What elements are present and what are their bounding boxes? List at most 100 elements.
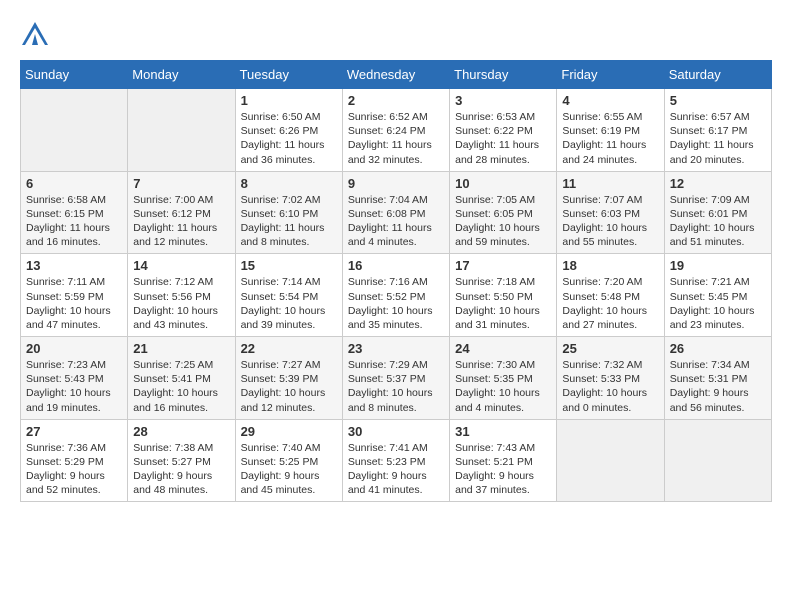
- day-info: Sunrise: 7:00 AMSunset: 6:12 PMDaylight:…: [133, 193, 229, 250]
- day-number: 5: [670, 93, 766, 108]
- calendar-cell: 24 Sunrise: 7:30 AMSunset: 5:35 PMDayligh…: [450, 337, 557, 420]
- day-info: Sunrise: 7:07 AMSunset: 6:03 PMDaylight:…: [562, 193, 658, 250]
- calendar-cell: 21 Sunrise: 7:25 AMSunset: 5:41 PMDayligh…: [128, 337, 235, 420]
- day-number: 20: [26, 341, 122, 356]
- calendar-week-row: 13Sunrise: 7:11 AMSunset: 5:59 PMDayligh…: [21, 254, 772, 337]
- day-info: Sunrise: 6:53 AMSunset: 6:22 PMDaylight:…: [455, 110, 551, 167]
- weekday-header-wednesday: Wednesday: [342, 61, 449, 89]
- day-info: Sunrise: 7:02 AMSunset: 6:10 PMDaylight:…: [241, 193, 337, 250]
- day-number: 24: [455, 341, 551, 356]
- day-number: 2: [348, 93, 444, 108]
- day-number: 1: [241, 93, 337, 108]
- day-info: Sunrise: 7:21 AMSunset: 5:45 PMDaylight:…: [670, 275, 766, 332]
- calendar-week-row: 27 Sunrise: 7:36 AMSunset: 5:29 PMDayligh…: [21, 419, 772, 502]
- calendar-cell: 8 Sunrise: 7:02 AMSunset: 6:10 PMDaylight…: [235, 171, 342, 254]
- calendar-cell: 30Sunrise: 7:41 AMSunset: 5:23 PMDayligh…: [342, 419, 449, 502]
- day-info: Sunrise: 7:23 AMSunset: 5:43 PMDaylight:…: [26, 358, 122, 415]
- day-number: 17: [455, 258, 551, 273]
- calendar-cell: 27 Sunrise: 7:36 AMSunset: 5:29 PMDayligh…: [21, 419, 128, 502]
- calendar-cell: 14 Sunrise: 7:12 AMSunset: 5:56 PMDayligh…: [128, 254, 235, 337]
- day-number: 21: [133, 341, 229, 356]
- calendar-cell: 7 Sunrise: 7:00 AMSunset: 6:12 PMDaylight…: [128, 171, 235, 254]
- day-info: Sunrise: 7:20 AMSunset: 5:48 PMDaylight:…: [562, 275, 658, 332]
- calendar-cell: [128, 89, 235, 172]
- calendar-cell: 20 Sunrise: 7:23 AMSunset: 5:43 PMDayligh…: [21, 337, 128, 420]
- calendar-cell: 6 Sunrise: 6:58 AMSunset: 6:15 PMDaylight…: [21, 171, 128, 254]
- day-info: Sunrise: 7:12 AMSunset: 5:56 PMDaylight:…: [133, 275, 229, 332]
- calendar-cell: 18Sunrise: 7:20 AMSunset: 5:48 PMDayligh…: [557, 254, 664, 337]
- calendar-cell: 31 Sunrise: 7:43 AMSunset: 5:21 PMDayligh…: [450, 419, 557, 502]
- day-info: Sunrise: 7:25 AMSunset: 5:41 PMDaylight:…: [133, 358, 229, 415]
- calendar-cell: 1 Sunrise: 6:50 AMSunset: 6:26 PMDaylight…: [235, 89, 342, 172]
- calendar-week-row: 20 Sunrise: 7:23 AMSunset: 5:43 PMDayligh…: [21, 337, 772, 420]
- day-info: Sunrise: 7:16 AMSunset: 5:52 PMDaylight:…: [348, 275, 444, 332]
- day-info: Sunrise: 6:58 AMSunset: 6:15 PMDaylight:…: [26, 193, 122, 250]
- day-info: Sunrise: 7:41 AMSunset: 5:23 PMDaylight:…: [348, 441, 444, 498]
- day-number: 7: [133, 176, 229, 191]
- day-info: Sunrise: 6:55 AMSunset: 6:19 PMDaylight:…: [562, 110, 658, 167]
- day-info: Sunrise: 7:43 AMSunset: 5:21 PMDaylight:…: [455, 441, 551, 498]
- weekday-header-row: SundayMondayTuesdayWednesdayThursdayFrid…: [21, 61, 772, 89]
- calendar-cell: [21, 89, 128, 172]
- day-info: Sunrise: 7:05 AMSunset: 6:05 PMDaylight:…: [455, 193, 551, 250]
- day-info: Sunrise: 7:27 AMSunset: 5:39 PMDaylight:…: [241, 358, 337, 415]
- day-number: 29: [241, 424, 337, 439]
- calendar-week-row: 6 Sunrise: 6:58 AMSunset: 6:15 PMDaylight…: [21, 171, 772, 254]
- day-number: 15: [241, 258, 337, 273]
- calendar-cell: [557, 419, 664, 502]
- calendar-cell: 2 Sunrise: 6:52 AMSunset: 6:24 PMDaylight…: [342, 89, 449, 172]
- weekday-header-monday: Monday: [128, 61, 235, 89]
- weekday-header-thursday: Thursday: [450, 61, 557, 89]
- day-number: 6: [26, 176, 122, 191]
- page-header: [20, 20, 772, 50]
- day-info: Sunrise: 7:29 AMSunset: 5:37 PMDaylight:…: [348, 358, 444, 415]
- logo: [20, 20, 52, 50]
- calendar-cell: [664, 419, 771, 502]
- day-number: 11: [562, 176, 658, 191]
- calendar-cell: 4 Sunrise: 6:55 AMSunset: 6:19 PMDaylight…: [557, 89, 664, 172]
- day-number: 23: [348, 341, 444, 356]
- day-number: 4: [562, 93, 658, 108]
- day-number: 19: [670, 258, 766, 273]
- day-number: 28: [133, 424, 229, 439]
- day-info: Sunrise: 7:32 AMSunset: 5:33 PMDaylight:…: [562, 358, 658, 415]
- day-info: Sunrise: 7:36 AMSunset: 5:29 PMDaylight:…: [26, 441, 122, 498]
- day-info: Sunrise: 7:30 AMSunset: 5:35 PMDaylight:…: [455, 358, 551, 415]
- calendar-cell: 16Sunrise: 7:16 AMSunset: 5:52 PMDayligh…: [342, 254, 449, 337]
- calendar-cell: 23 Sunrise: 7:29 AMSunset: 5:37 PMDayligh…: [342, 337, 449, 420]
- calendar-cell: 22Sunrise: 7:27 AMSunset: 5:39 PMDayligh…: [235, 337, 342, 420]
- day-number: 12: [670, 176, 766, 191]
- logo-icon: [20, 20, 50, 50]
- weekday-header-tuesday: Tuesday: [235, 61, 342, 89]
- calendar-cell: 26Sunrise: 7:34 AMSunset: 5:31 PMDayligh…: [664, 337, 771, 420]
- calendar-cell: 19 Sunrise: 7:21 AMSunset: 5:45 PMDayligh…: [664, 254, 771, 337]
- weekday-header-friday: Friday: [557, 61, 664, 89]
- day-number: 8: [241, 176, 337, 191]
- day-info: Sunrise: 6:57 AMSunset: 6:17 PMDaylight:…: [670, 110, 766, 167]
- calendar-cell: 10 Sunrise: 7:05 AMSunset: 6:05 PMDayligh…: [450, 171, 557, 254]
- day-number: 27: [26, 424, 122, 439]
- day-number: 14: [133, 258, 229, 273]
- day-info: Sunrise: 7:04 AMSunset: 6:08 PMDaylight:…: [348, 193, 444, 250]
- day-info: Sunrise: 6:50 AMSunset: 6:26 PMDaylight:…: [241, 110, 337, 167]
- calendar-cell: 25 Sunrise: 7:32 AMSunset: 5:33 PMDayligh…: [557, 337, 664, 420]
- calendar-cell: 13Sunrise: 7:11 AMSunset: 5:59 PMDayligh…: [21, 254, 128, 337]
- day-info: Sunrise: 7:40 AMSunset: 5:25 PMDaylight:…: [241, 441, 337, 498]
- day-info: Sunrise: 6:52 AMSunset: 6:24 PMDaylight:…: [348, 110, 444, 167]
- day-number: 9: [348, 176, 444, 191]
- calendar-cell: 9 Sunrise: 7:04 AMSunset: 6:08 PMDaylight…: [342, 171, 449, 254]
- calendar-cell: 5 Sunrise: 6:57 AMSunset: 6:17 PMDaylight…: [664, 89, 771, 172]
- calendar-cell: 11 Sunrise: 7:07 AMSunset: 6:03 PMDayligh…: [557, 171, 664, 254]
- calendar-cell: 3 Sunrise: 6:53 AMSunset: 6:22 PMDaylight…: [450, 89, 557, 172]
- calendar-cell: 12Sunrise: 7:09 AMSunset: 6:01 PMDayligh…: [664, 171, 771, 254]
- day-info: Sunrise: 7:18 AMSunset: 5:50 PMDaylight:…: [455, 275, 551, 332]
- calendar-week-row: 1 Sunrise: 6:50 AMSunset: 6:26 PMDaylight…: [21, 89, 772, 172]
- day-number: 31: [455, 424, 551, 439]
- day-number: 25: [562, 341, 658, 356]
- calendar-table: SundayMondayTuesdayWednesdayThursdayFrid…: [20, 60, 772, 502]
- weekday-header-sunday: Sunday: [21, 61, 128, 89]
- day-number: 3: [455, 93, 551, 108]
- day-number: 10: [455, 176, 551, 191]
- day-info: Sunrise: 7:38 AMSunset: 5:27 PMDaylight:…: [133, 441, 229, 498]
- weekday-header-saturday: Saturday: [664, 61, 771, 89]
